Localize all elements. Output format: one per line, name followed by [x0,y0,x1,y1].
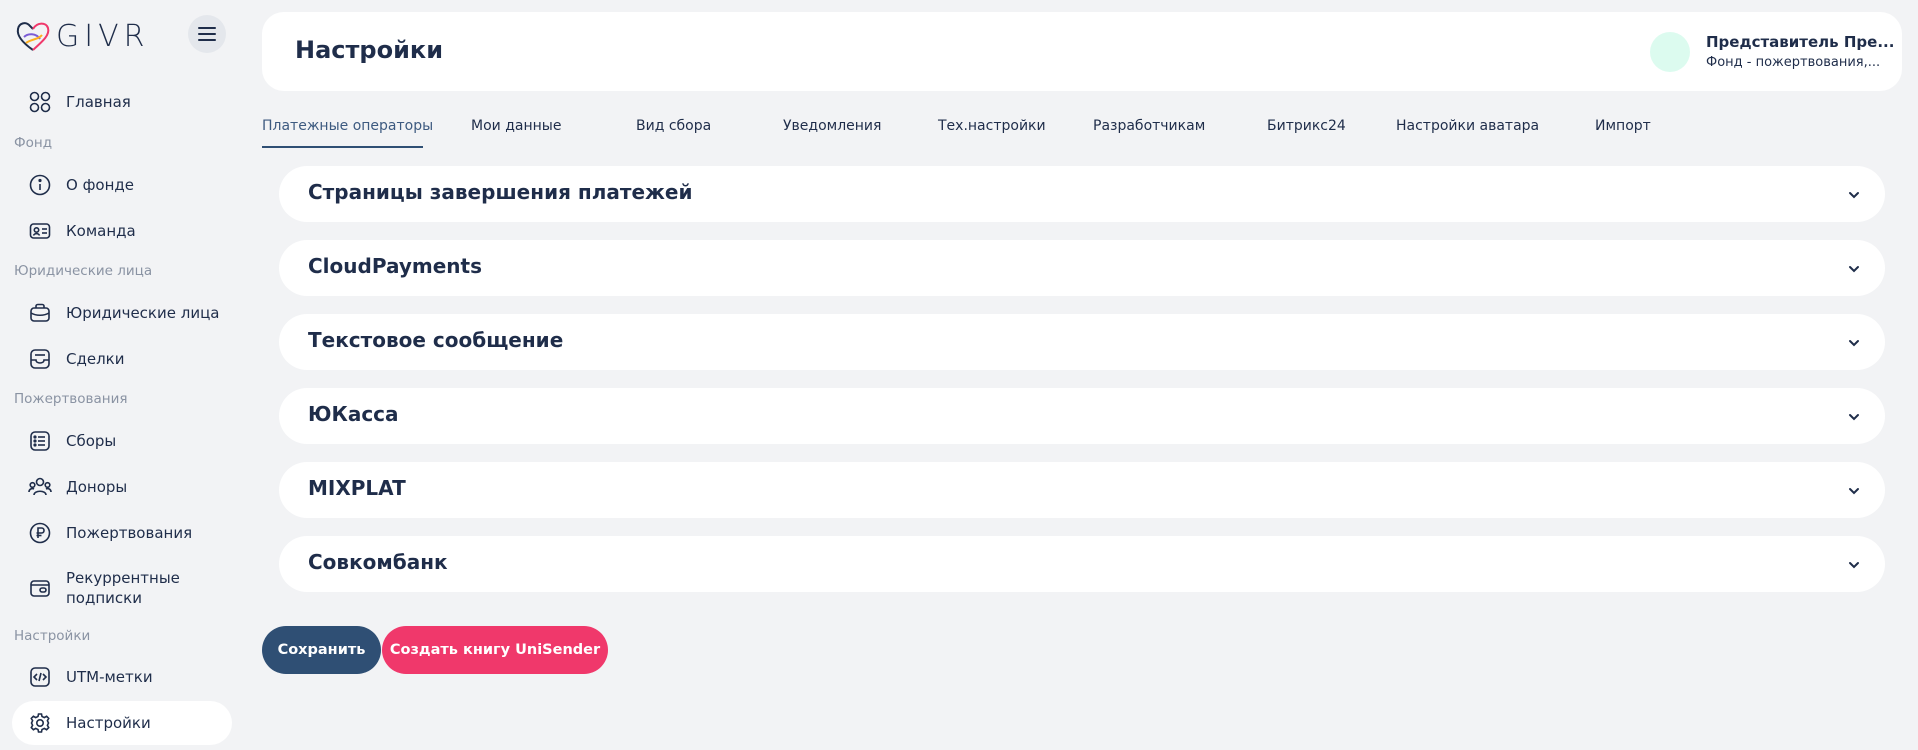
accordion-cloudpayments[interactable]: CloudPayments [279,240,1885,296]
app-logo[interactable]: GIVR [14,16,149,56]
ruble-icon [28,521,52,545]
logo-text: GIVR [56,18,150,54]
section-label-legal: Юридические лица [14,263,153,279]
heart-logo-icon [16,22,50,51]
sidebar-item-donations[interactable]: Пожертвования [12,511,232,555]
accordion-yookassa[interactable]: ЮКасса [279,388,1885,444]
page-title: Настройки [295,36,444,64]
accordion-title: MIXPLAT [308,476,406,500]
sidebar-item-label: О фонде [66,176,134,194]
tab-bitrix24[interactable]: Битрикс24 [1267,118,1346,134]
hamburger-icon [198,27,216,41]
top-header: Настройки Представитель Пре... Фонд - по… [262,12,1902,91]
sidebar-item-label: Главная [66,93,131,111]
create-unisender-book-button[interactable]: Создать книгу UniSender [382,626,608,674]
section-label-settings: Настройки [14,628,91,644]
inbox-icon [28,347,52,371]
save-button[interactable]: Сохранить [262,626,381,674]
chevron-down-icon [1849,414,1859,421]
menu-toggle-button[interactable] [188,15,226,53]
accordion-title: CloudPayments [308,254,482,278]
accordion-sovcombank[interactable]: Совкомбанк [279,536,1885,592]
sidebar-item-label: Рекуррентные подписки [66,569,180,607]
sidebar: GIVR Главная Фонд О фонде Команда Юридич… [0,0,240,750]
sidebar-item-about[interactable]: О фонде [12,163,232,207]
active-tab-indicator [262,146,423,148]
sidebar-item-label: Пожертвования [66,524,193,542]
tab-my-data[interactable]: Мои данные [471,118,561,134]
sidebar-item-fundraisers[interactable]: Сборы [12,419,232,463]
code-icon [28,665,52,689]
accordion-title: Страницы завершения платежей [308,180,693,204]
sidebar-item-label: Настройки [66,714,151,732]
chevron-down-icon [1849,192,1859,199]
sidebar-item-label: Команда [66,222,136,240]
sidebar-item-label: Сборы [66,432,117,450]
grid-icon [28,90,52,114]
wallet-icon [28,576,52,600]
id-card-icon [28,219,52,243]
tab-tech-settings[interactable]: Тех.настройки [938,118,1046,134]
accordion-mixplat[interactable]: MIXPLAT [279,462,1885,518]
sidebar-item-deals[interactable]: Сделки [12,337,232,381]
sidebar-item-settings[interactable]: Настройки [12,701,232,745]
sidebar-item-donors[interactable]: Доноры [12,465,232,509]
tab-developers[interactable]: Разработчикам [1093,118,1205,134]
info-icon [28,173,52,197]
gear-icon [28,711,52,735]
accordion-title: ЮКасса [308,402,399,426]
users-icon [28,475,52,499]
chevron-down-icon [1849,488,1859,495]
chevron-down-icon [1849,266,1859,273]
briefcase-icon [28,301,52,325]
user-organization: Фонд - пожертвования,... [1706,55,1881,70]
list-icon [28,429,52,453]
tab-notifications[interactable]: Уведомления [783,118,881,134]
sidebar-item-recurring[interactable]: Рекуррентные подписки [12,564,232,612]
sidebar-item-label: UTM-метки [66,668,153,686]
tab-avatar-settings[interactable]: Настройки аватара [1396,118,1539,134]
accordion-text-message[interactable]: Текстовое сообщение [279,314,1885,370]
sidebar-item-utm[interactable]: UTM-метки [12,655,232,699]
tab-import[interactable]: Импорт [1595,118,1651,134]
chevron-down-icon [1849,562,1859,569]
sidebar-item-legal-entities[interactable]: Юридические лица [12,291,232,335]
sidebar-item-label: Юридические лица [66,304,220,322]
user-name[interactable]: Представитель Пре... [1706,33,1894,51]
chevron-down-icon [1849,340,1859,347]
avatar[interactable] [1650,32,1690,72]
accordion-payment-completion-pages[interactable]: Страницы завершения платежей [279,166,1885,222]
section-label-donations: Пожертвования [14,391,128,407]
accordion-title: Совкомбанк [308,550,448,574]
tab-payment-operators[interactable]: Платежные операторы [262,118,433,134]
sidebar-item-label: Доноры [66,478,128,496]
sidebar-item-team[interactable]: Команда [12,209,232,253]
accordion-title: Текстовое сообщение [308,328,564,352]
tab-fundraiser-type[interactable]: Вид сбора [636,118,711,134]
sidebar-item-label: Сделки [66,350,125,368]
